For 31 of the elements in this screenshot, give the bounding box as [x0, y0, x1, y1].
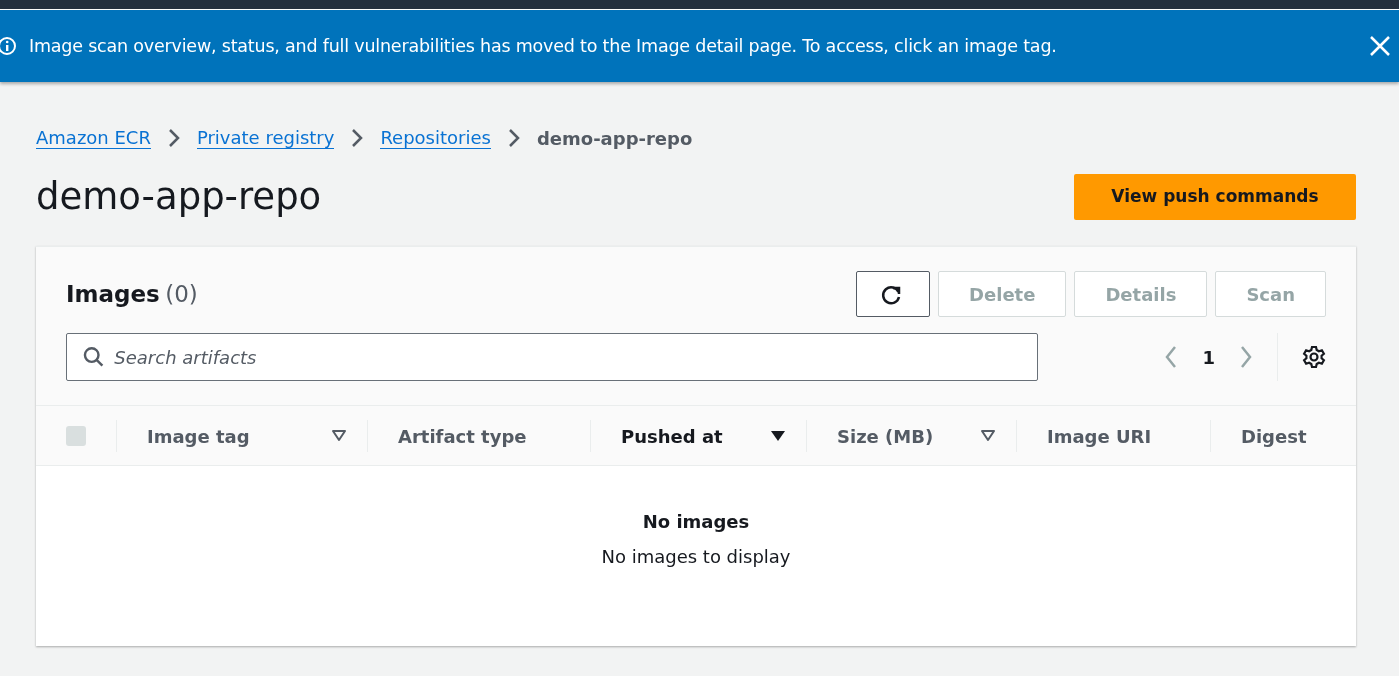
chevron-right-icon: [166, 128, 181, 148]
search-field[interactable]: Search artifacts: [66, 333, 1038, 381]
empty-title: No images: [642, 510, 750, 534]
chevron-right-icon: [350, 128, 365, 148]
column-header[interactable]: Size (MB): [837, 422, 934, 450]
empty-message: No images to display: [601, 545, 791, 569]
search-input[interactable]: Search artifacts: [112, 342, 1021, 372]
sort-icon[interactable]: [980, 429, 996, 443]
column-header[interactable]: Image tag: [147, 422, 250, 450]
column-header[interactable]: Image URI: [1047, 422, 1152, 450]
page-number[interactable]: 1: [1202, 343, 1215, 371]
settings-icon[interactable]: [1302, 345, 1326, 369]
page-title: demo-app-repo: [36, 174, 322, 220]
flash-message: Image scan overview, status, and full vulnerabilities has moved to the Image detail page. To access, click an image tag.: [29, 34, 1057, 58]
column-header[interactable]: Pushed at: [621, 422, 723, 450]
view-push-commands-button[interactable]: View push commands: [1074, 174, 1356, 220]
refresh-button[interactable]: [856, 271, 931, 317]
breadcrumb-link[interactable]: Repositories: [380, 126, 491, 150]
image-count: (0): [165, 280, 198, 307]
breadcrumb-current: demo-app-repo: [536, 126, 693, 151]
close-icon[interactable]: [1369, 35, 1391, 57]
info-icon: [0, 36, 17, 56]
breadcrumb-link[interactable]: Amazon ECR: [36, 126, 151, 150]
sort-icon[interactable]: [331, 429, 347, 443]
breadcrumb-link[interactable]: Private registry: [196, 126, 335, 150]
column-header[interactable]: Artifact type: [398, 422, 527, 450]
chevron-right-icon: [506, 128, 521, 148]
column-header[interactable]: Digest: [1241, 422, 1307, 450]
search-icon: [83, 346, 105, 368]
panel-title: Images: [66, 280, 160, 307]
sort-descending-icon[interactable]: [770, 429, 786, 443]
